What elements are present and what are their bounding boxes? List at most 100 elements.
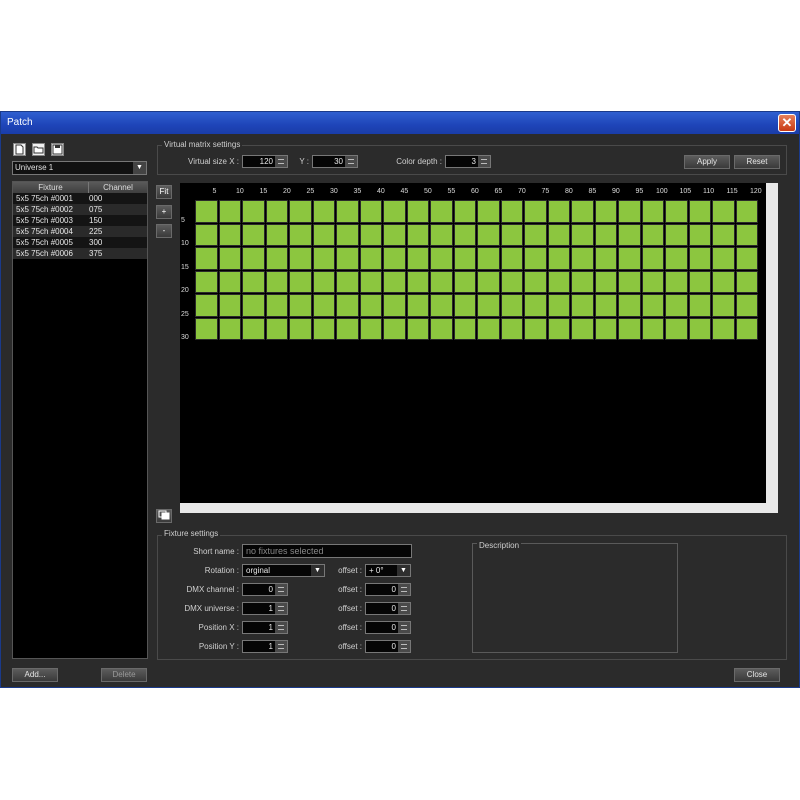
- spin-arrows-icon[interactable]: [398, 584, 410, 595]
- matrix-cell[interactable]: [712, 247, 735, 270]
- matrix-cell[interactable]: [665, 200, 688, 223]
- matrix-cell[interactable]: [688, 200, 711, 223]
- description-box[interactable]: [472, 543, 678, 653]
- matrix-cell[interactable]: [641, 247, 664, 270]
- matrix-cell[interactable]: [641, 270, 664, 293]
- matrix-cell[interactable]: [195, 223, 218, 246]
- list-item[interactable]: 5x5 75ch #0004 225: [13, 226, 147, 237]
- matrix-cell[interactable]: [477, 270, 500, 293]
- spin-arrows-icon[interactable]: [275, 641, 287, 652]
- spin-arrows-icon[interactable]: [275, 156, 287, 167]
- matrix-cell[interactable]: [594, 200, 617, 223]
- matrix-cell[interactable]: [312, 294, 335, 317]
- list-item[interactable]: 5x5 75ch #0002 075: [13, 204, 147, 215]
- matrix-cell[interactable]: [406, 294, 429, 317]
- rotation-offset-select[interactable]: + 0° ▼: [365, 564, 411, 577]
- matrix-cell[interactable]: [383, 317, 406, 340]
- spin-arrows-icon[interactable]: [275, 603, 287, 614]
- matrix-cell[interactable]: [618, 247, 641, 270]
- chevron-down-icon[interactable]: ▼: [133, 162, 146, 174]
- matrix-cell[interactable]: [735, 200, 758, 223]
- close-button[interactable]: Close: [734, 668, 780, 682]
- matrix-cell[interactable]: [195, 294, 218, 317]
- matrix-cell[interactable]: [359, 294, 382, 317]
- color-depth-stepper[interactable]: 3: [445, 155, 491, 168]
- open-folder-icon[interactable]: [32, 143, 45, 156]
- matrix-cell[interactable]: [500, 200, 523, 223]
- matrix-cell[interactable]: [359, 317, 382, 340]
- matrix-cell[interactable]: [712, 223, 735, 246]
- matrix-cell[interactable]: [383, 270, 406, 293]
- matrix-cell[interactable]: [571, 270, 594, 293]
- matrix-cell[interactable]: [618, 317, 641, 340]
- matrix-cell[interactable]: [618, 270, 641, 293]
- fit-button[interactable]: Fit: [156, 185, 172, 199]
- dmx-universe-stepper[interactable]: 1: [242, 602, 288, 615]
- spin-arrows-icon[interactable]: [398, 641, 410, 652]
- matrix-cell[interactable]: [218, 200, 241, 223]
- matrix-cell[interactable]: [289, 200, 312, 223]
- dmx-channel-offset-stepper[interactable]: 0: [365, 583, 411, 596]
- matrix-cell[interactable]: [242, 317, 265, 340]
- matrix-cell[interactable]: [453, 317, 476, 340]
- matrix-cell[interactable]: [712, 270, 735, 293]
- matrix-cell[interactable]: [265, 270, 288, 293]
- position-y-offset-stepper[interactable]: 0: [365, 640, 411, 653]
- matrix-cell[interactable]: [735, 270, 758, 293]
- spin-arrows-icon[interactable]: [398, 622, 410, 633]
- matrix-cell[interactable]: [594, 223, 617, 246]
- matrix-cell[interactable]: [524, 200, 547, 223]
- matrix-cell[interactable]: [477, 247, 500, 270]
- matrix-cell[interactable]: [265, 317, 288, 340]
- horizontal-scrollbar[interactable]: [180, 503, 766, 513]
- matrix-cell[interactable]: [383, 200, 406, 223]
- matrix-cell[interactable]: [547, 223, 570, 246]
- spin-arrows-icon[interactable]: [275, 622, 287, 633]
- matrix-cell[interactable]: [430, 270, 453, 293]
- matrix-cell[interactable]: [195, 247, 218, 270]
- matrix-cell[interactable]: [735, 294, 758, 317]
- matrix-cell[interactable]: [688, 270, 711, 293]
- chevron-down-icon[interactable]: ▼: [397, 565, 410, 576]
- matrix-cell[interactable]: [688, 223, 711, 246]
- matrix-cell[interactable]: [477, 294, 500, 317]
- matrix-cell[interactable]: [453, 270, 476, 293]
- matrix-cell[interactable]: [242, 247, 265, 270]
- matrix-cell[interactable]: [242, 200, 265, 223]
- matrix-cell[interactable]: [500, 247, 523, 270]
- position-y-stepper[interactable]: 1: [242, 640, 288, 653]
- matrix-cell[interactable]: [665, 317, 688, 340]
- matrix-cell[interactable]: [735, 223, 758, 246]
- matrix-cell[interactable]: [359, 247, 382, 270]
- matrix-cell[interactable]: [218, 270, 241, 293]
- matrix-cell[interactable]: [477, 317, 500, 340]
- matrix-cell[interactable]: [430, 317, 453, 340]
- matrix-cell[interactable]: [242, 223, 265, 246]
- matrix-cell[interactable]: [547, 294, 570, 317]
- universe-select[interactable]: Universe 1 ▼: [12, 161, 147, 175]
- matrix-cell[interactable]: [547, 317, 570, 340]
- dmx-universe-offset-stepper[interactable]: 0: [365, 602, 411, 615]
- matrix-cell[interactable]: [547, 270, 570, 293]
- matrix-cell[interactable]: [265, 294, 288, 317]
- save-disk-icon[interactable]: [51, 143, 64, 156]
- matrix-cell[interactable]: [430, 294, 453, 317]
- matrix-cell[interactable]: [571, 223, 594, 246]
- matrix-cell[interactable]: [524, 247, 547, 270]
- close-window-icon[interactable]: ✕: [778, 114, 796, 132]
- matrix-cell[interactable]: [218, 294, 241, 317]
- matrix-cell[interactable]: [524, 270, 547, 293]
- matrix-cell[interactable]: [500, 223, 523, 246]
- matrix-cell[interactable]: [383, 247, 406, 270]
- fixture-list[interactable]: Fixture Channel 5x5 75ch #0001 000 5x5 75…: [12, 181, 148, 659]
- matrix-cell[interactable]: [571, 317, 594, 340]
- matrix-cell[interactable]: [265, 247, 288, 270]
- column-header-channel[interactable]: Channel: [89, 182, 147, 193]
- matrix-cell[interactable]: [641, 294, 664, 317]
- list-item[interactable]: 5x5 75ch #0001 000: [13, 193, 147, 204]
- matrix-cell[interactable]: [289, 317, 312, 340]
- short-name-input[interactable]: no fixtures selected: [242, 544, 412, 558]
- matrix-cell[interactable]: [195, 317, 218, 340]
- matrix-cell[interactable]: [406, 247, 429, 270]
- matrix-cell[interactable]: [289, 223, 312, 246]
